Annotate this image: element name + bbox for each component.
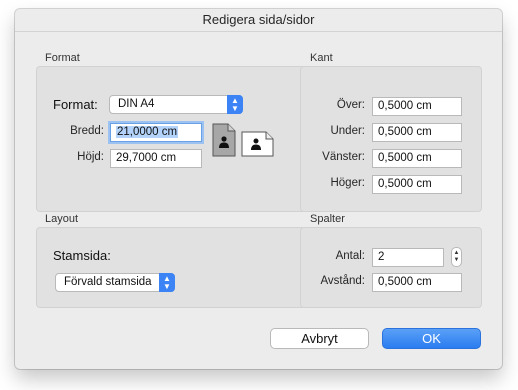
left-margin-label: Vänster: <box>322 151 365 163</box>
landscape-orientation-button[interactable] <box>241 131 274 157</box>
master-page-label: Stamsida: <box>53 248 111 263</box>
width-field[interactable]: 21,0000 cm <box>110 123 202 142</box>
height-field[interactable]: 29,7000 cm <box>110 149 202 168</box>
top-margin-label: Över: <box>336 99 365 111</box>
column-count-label: Antal: <box>335 250 365 262</box>
columns-section-label: Spalter <box>310 213 345 225</box>
master-page-value: Förvald stamsida <box>64 276 152 288</box>
column-count-field[interactable]: 2 <box>372 248 444 267</box>
columns-group: Antal: 2 ▲ ▼ Avstånd: 0,5000 cm <box>300 227 482 308</box>
format-popup-value: DIN A4 <box>118 98 155 110</box>
left-margin-field[interactable]: 0,5000 cm <box>372 149 462 168</box>
ok-button[interactable]: OK <box>382 328 481 349</box>
column-spacing-field[interactable]: 0,5000 cm <box>372 273 462 292</box>
margins-section-label: Kant <box>310 52 333 64</box>
width-label: Bredd: <box>70 125 104 137</box>
format-popup[interactable]: DIN A4 ▲ ▼ <box>109 95 243 114</box>
right-margin-field[interactable]: 0,5000 cm <box>372 175 462 194</box>
top-margin-field[interactable]: 0,5000 cm <box>372 97 462 116</box>
right-margin-label: Höger: <box>330 177 365 189</box>
height-label: Höjd: <box>77 151 104 163</box>
page-setup-dialog: Redigera sida/sidor Format Format: DIN A… <box>15 9 502 369</box>
landscape-person-icon <box>241 131 274 157</box>
format-section-label: Format <box>45 52 80 64</box>
width-value: 21,0000 cm <box>116 126 179 138</box>
portrait-orientation-button[interactable] <box>212 123 236 157</box>
cancel-button[interactable]: Avbryt <box>270 328 369 349</box>
bottom-margin-field[interactable]: 0,5000 cm <box>372 123 462 142</box>
format-label: Format: <box>53 97 98 112</box>
column-spacing-label: Avstånd: <box>320 275 365 287</box>
layout-group: Stamsida: Förvald stamsida ▲ ▼ <box>36 227 306 308</box>
layout-section-label: Layout <box>45 213 79 225</box>
format-group: Format: DIN A4 ▲ ▼ Bredd: 21,0000 cm Höjd… <box>36 66 306 212</box>
popup-chevron-icon: ▲ ▼ <box>159 273 175 292</box>
dialog-title: Redigera sida/sidor <box>15 9 502 32</box>
margins-group: Över: 0,5000 cm Under: 0,5000 cm Vänster… <box>300 66 482 212</box>
popup-chevron-icon: ▲ ▼ <box>227 95 243 114</box>
portrait-person-icon <box>212 123 236 157</box>
column-count-stepper[interactable]: ▲ ▼ <box>451 247 462 267</box>
bottom-margin-label: Under: <box>330 125 365 137</box>
master-page-popup[interactable]: Förvald stamsida ▲ ▼ <box>55 273 175 292</box>
